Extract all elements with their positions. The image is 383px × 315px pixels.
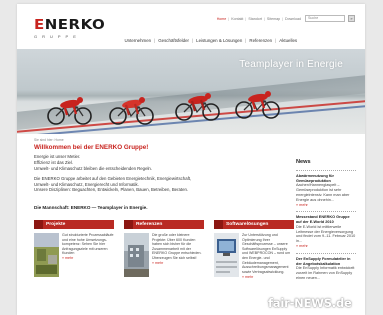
feature-box-projekte: Projekte Gut strukturierte Prozessabläuf… <box>34 220 114 315</box>
cyclist-illustration <box>109 97 154 125</box>
search-input[interactable]: Suche <box>305 15 345 22</box>
box-marker-icon <box>34 220 43 229</box>
nav-item-referenzen[interactable]: Referenzen <box>248 38 274 43</box>
intro-paragraph: Energie ist unser Metier. Effizienz ist … <box>34 154 289 171</box>
box-description: Die große oder kleinere Projekte: Über 6… <box>152 233 202 260</box>
page: Home | Kontakt | Standort | Sitemap | Downlo… <box>17 4 365 315</box>
utility-link-standort[interactable]: Standort <box>247 17 263 21</box>
logo-word-rest: NERKO <box>44 16 106 33</box>
box-title: Referenzen <box>136 222 163 227</box>
software-thumbnail-image[interactable] <box>214 233 239 277</box>
news-list: Abwärmenutzung für Gemüseproduktion Aach… <box>296 170 356 284</box>
nav-item-geschaeftsfelder[interactable]: Geschäftsfelder <box>157 38 191 43</box>
news-item[interactable]: Abwärmenutzung für Gemüseproduktion Aach… <box>296 170 356 207</box>
utility-link-sitemap[interactable]: Sitemap <box>266 17 281 21</box>
page-title: Willkommen bei der ENERKO Gruppe! <box>34 144 149 151</box>
box-header[interactable]: Softwarelösungen <box>214 220 294 229</box>
intro-line: Die ENERKO Gruppe arbeitet auf den Gebie… <box>34 175 192 181</box>
box-title: Softwarelösungen <box>226 222 269 227</box>
intro-text: Energie ist unser Metier. Effizienz ist … <box>34 154 289 198</box>
intro-line: Energie ist unser Metier. <box>34 154 81 159</box>
news-headline[interactable]: Abwärmenutzung für Gemüseproduktion <box>296 174 356 183</box>
reference-thumbnail-image[interactable] <box>124 233 149 277</box>
utility-link-home[interactable]: Home <box>216 17 228 21</box>
utility-nav: Home | Kontakt | Standort | Sitemap | Downlo… <box>216 17 302 21</box>
cyclist-illustration <box>47 97 92 125</box>
box-marker-icon <box>124 220 133 229</box>
box-marker-icon <box>214 220 223 229</box>
cyclist-illustration <box>235 91 280 119</box>
intro-paragraph: Die ENERKO Gruppe arbeitet auf den Gebie… <box>34 176 289 193</box>
box-description: Gut strukturierte Prozessabläufe und ein… <box>62 233 114 256</box>
feature-box-referenzen: Referenzen Die große oder kleinere Proje… <box>124 220 204 315</box>
team-tagline: Die Mannschaft: ENERKO — Teamplayer in E… <box>34 205 148 210</box>
news-teaser: Die E-World ist mittlerweile Leitmesse d… <box>296 224 356 243</box>
main-nav: Unternehmen | Geschäftsfelder | Leistungen… <box>123 38 299 43</box>
search-button[interactable]: » <box>348 15 355 22</box>
utility-link-download[interactable]: Download <box>284 17 302 21</box>
box-header[interactable]: Referenzen <box>124 220 204 229</box>
box-text: Zur Unterstützung und Optimierung Ihrer … <box>242 233 294 279</box>
box-header[interactable]: Projekte <box>34 220 114 229</box>
logo-subtitle: GRUPPE <box>34 34 81 39</box>
more-link[interactable]: » mehr <box>242 275 294 280</box>
watermark: fair-NEWS.de <box>268 296 352 310</box>
news-item[interactable]: Der EnSupply Formulatelier in der Angebo… <box>296 252 356 281</box>
more-link[interactable]: » mehr <box>296 244 356 249</box>
box-body: Gut strukturierte Prozessabläufe und ein… <box>34 229 114 277</box>
more-link[interactable]: » mehr <box>296 203 356 208</box>
logo-e-mark: E <box>34 16 45 33</box>
intro-line: Umwelt- und Klimaschutz bleiben die ents… <box>34 165 152 171</box>
more-link[interactable]: » mehr <box>152 261 204 266</box>
nav-item-leistungen[interactable]: Leistungen & Lösungen <box>195 38 244 43</box>
logo-wordmark: ENERKO <box>34 18 105 32</box>
nav-item-unternehmen[interactable]: Unternehmen <box>123 38 153 43</box>
news-headline[interactable]: Der EnSupply Formulatelier in der Angebo… <box>296 257 356 266</box>
box-text: Gut strukturierte Prozessabläufe und ein… <box>62 233 114 277</box>
utility-link-kontakt[interactable]: Kontakt <box>230 17 244 21</box>
box-description: Zur Unterstützung und Optimierung Ihrer … <box>242 233 291 274</box>
hero-banner: Teamplayer in Energie <box>17 49 365 134</box>
news-item[interactable]: Messestand ENERKO Gruppe auf der E-World… <box>296 211 356 248</box>
news-teaser: Die EnSupply Informatik entwickelt zurze… <box>296 266 355 280</box>
news-teaser: Aachen/Hannenglaspelt – Gemüseproduktion… <box>296 183 350 202</box>
news-headline[interactable]: Messestand ENERKO Gruppe auf der E-World… <box>296 215 356 224</box>
box-text: Die große oder kleinere Projekte: Über 6… <box>152 233 204 277</box>
project-thumbnail-image[interactable] <box>34 233 59 277</box>
more-link[interactable]: » mehr <box>62 256 114 261</box>
logo[interactable]: ENERKO GRUPPE <box>34 18 105 39</box>
box-title: Projekte <box>46 222 66 227</box>
intro-line: Unsere Disziplinen: Beguachten, Entwicke… <box>34 187 189 193</box>
banner-title: Teamplayer in Energie <box>239 59 343 70</box>
top-bar: Home | Kontakt | Standort | Sitemap | Downlo… <box>216 15 355 22</box>
breadcrumb: Sie sind hier: Home <box>34 138 64 142</box>
box-body: Zur Unterstützung und Optimierung Ihrer … <box>214 229 294 279</box>
intro-line: Effizienz ist das Ziel. <box>34 159 74 165</box>
nav-item-aktuelles[interactable]: Aktuelles <box>278 38 299 43</box>
box-body: Die große oder kleinere Projekte: Über 6… <box>124 229 204 277</box>
cyclist-illustration <box>175 93 220 121</box>
intro-line: Umwelt- und Klimaschutz, Energierecht un… <box>34 181 139 187</box>
news-heading: News <box>296 159 311 165</box>
